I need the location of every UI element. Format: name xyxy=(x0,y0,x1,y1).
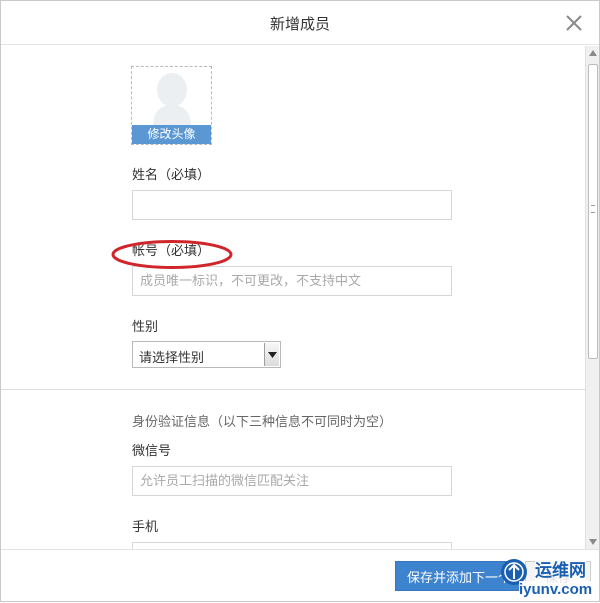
wechat-label: 微信号 xyxy=(132,444,172,459)
scrollbar-grip xyxy=(591,205,595,213)
dropdown-arrow-icon[interactable] xyxy=(264,343,279,366)
mobile-input[interactable] xyxy=(132,542,452,549)
edit-avatar-label[interactable]: 修改头像 xyxy=(132,125,211,144)
gender-select[interactable]: 请选择性别 xyxy=(132,341,281,368)
watermark-text: 运维网 xyxy=(535,556,586,581)
watermark-domain: iyunv.com xyxy=(519,581,593,598)
mobile-label: 手机 xyxy=(132,520,159,535)
account-input[interactable] xyxy=(132,266,452,296)
name-label: 姓名（必填） xyxy=(132,168,211,183)
identity-section-label: 身份验证信息（以下三种信息不可同时为空） xyxy=(132,415,393,430)
gender-label: 性别 xyxy=(132,320,159,335)
gender-selected-value: 请选择性别 xyxy=(139,351,205,366)
close-icon[interactable] xyxy=(563,12,585,34)
wechat-input[interactable] xyxy=(132,466,452,496)
vertical-scrollbar[interactable] xyxy=(585,46,599,549)
avatar-upload[interactable]: 修改头像 xyxy=(131,66,212,145)
site-watermark: 运维网 iyunv.com xyxy=(497,553,600,603)
account-label: 帐号（必填） xyxy=(132,244,211,259)
scrollbar-thumb[interactable] xyxy=(588,64,598,359)
scroll-up-icon[interactable] xyxy=(589,50,597,56)
add-member-dialog: 新增成员 修改头像 姓名（必填） 帐号（必填） 性别 请选择性别 xyxy=(0,0,600,602)
name-input[interactable] xyxy=(132,190,452,220)
dialog-title: 新增成员 xyxy=(269,15,330,33)
dialog-content: 修改头像 姓名（必填） 帐号（必填） 性别 请选择性别 身份验证信息（以下三种信… xyxy=(1,46,599,549)
scroll-down-icon[interactable] xyxy=(589,539,597,545)
avatar-placeholder-icon xyxy=(153,73,191,127)
section-divider xyxy=(1,389,585,390)
dialog-header: 新增成员 xyxy=(1,1,599,45)
